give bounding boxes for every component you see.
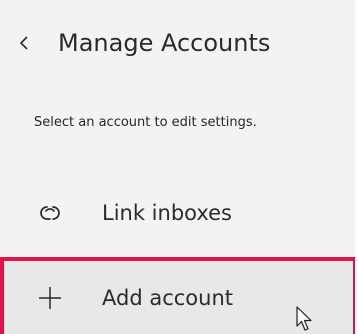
- header: Manage Accounts: [0, 20, 355, 66]
- mouse-cursor-icon: [296, 306, 312, 331]
- link-icon: [36, 199, 64, 227]
- link-inboxes-label: Link inboxes: [102, 201, 232, 225]
- add-account-label: Add account: [102, 285, 233, 310]
- manage-accounts-panel: Manage Accounts Select an account to edi…: [0, 0, 358, 334]
- back-button[interactable]: [14, 29, 34, 57]
- page-title: Manage Accounts: [58, 29, 271, 57]
- link-inboxes-item[interactable]: Link inboxes: [0, 182, 355, 244]
- chevron-left-icon: [19, 36, 28, 50]
- plus-icon: [36, 284, 64, 312]
- instruction-text: Select an account to edit settings.: [34, 115, 257, 130]
